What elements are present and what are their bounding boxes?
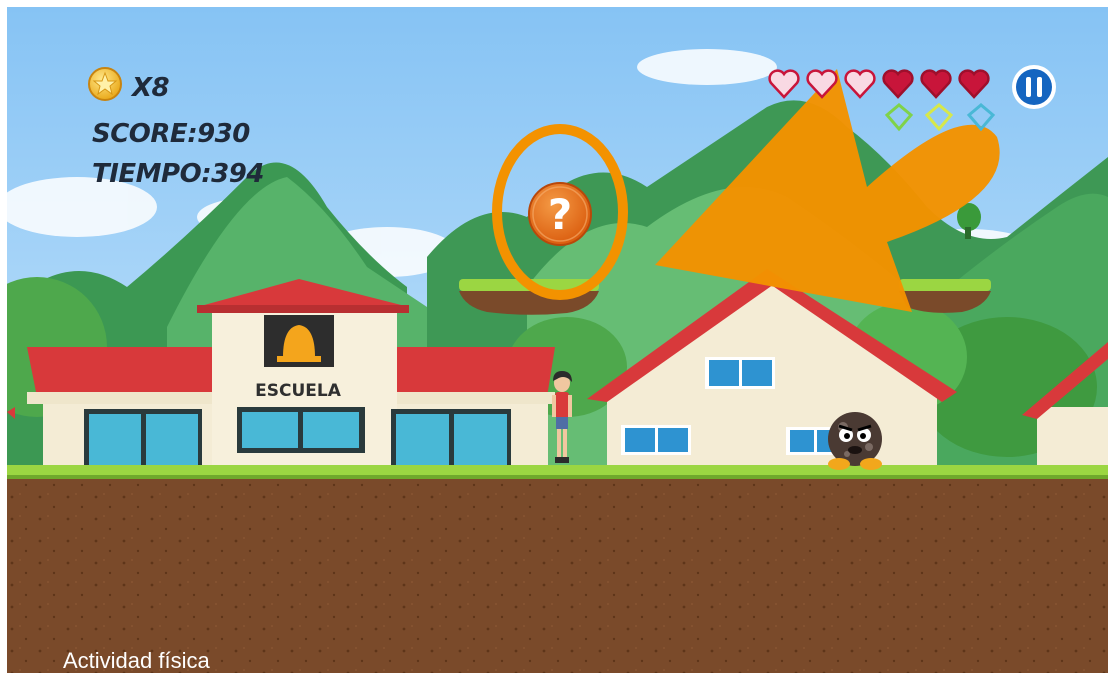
pause-icon (1037, 77, 1042, 97)
game-viewport: ESCUELA ? X8 SCORE:930 TIEMPO:394 Activi… (7, 7, 1108, 673)
school-sign: ESCUELA (255, 381, 342, 401)
score-display: SCORE:930 (92, 119, 250, 149)
grass-edge (7, 475, 1108, 479)
timer-display: TIEMPO:394 (92, 159, 264, 189)
question-mark: ? (548, 190, 572, 239)
dirt-texture (7, 475, 1108, 673)
pause-button[interactable] (1012, 65, 1056, 109)
pause-icon (1026, 77, 1031, 97)
question-block[interactable]: ? (528, 182, 592, 246)
level-caption: Actividad física (63, 648, 210, 673)
star-coin-icon (88, 67, 122, 101)
enemy-creature (828, 412, 882, 470)
coin-counter: X8 (132, 73, 170, 103)
